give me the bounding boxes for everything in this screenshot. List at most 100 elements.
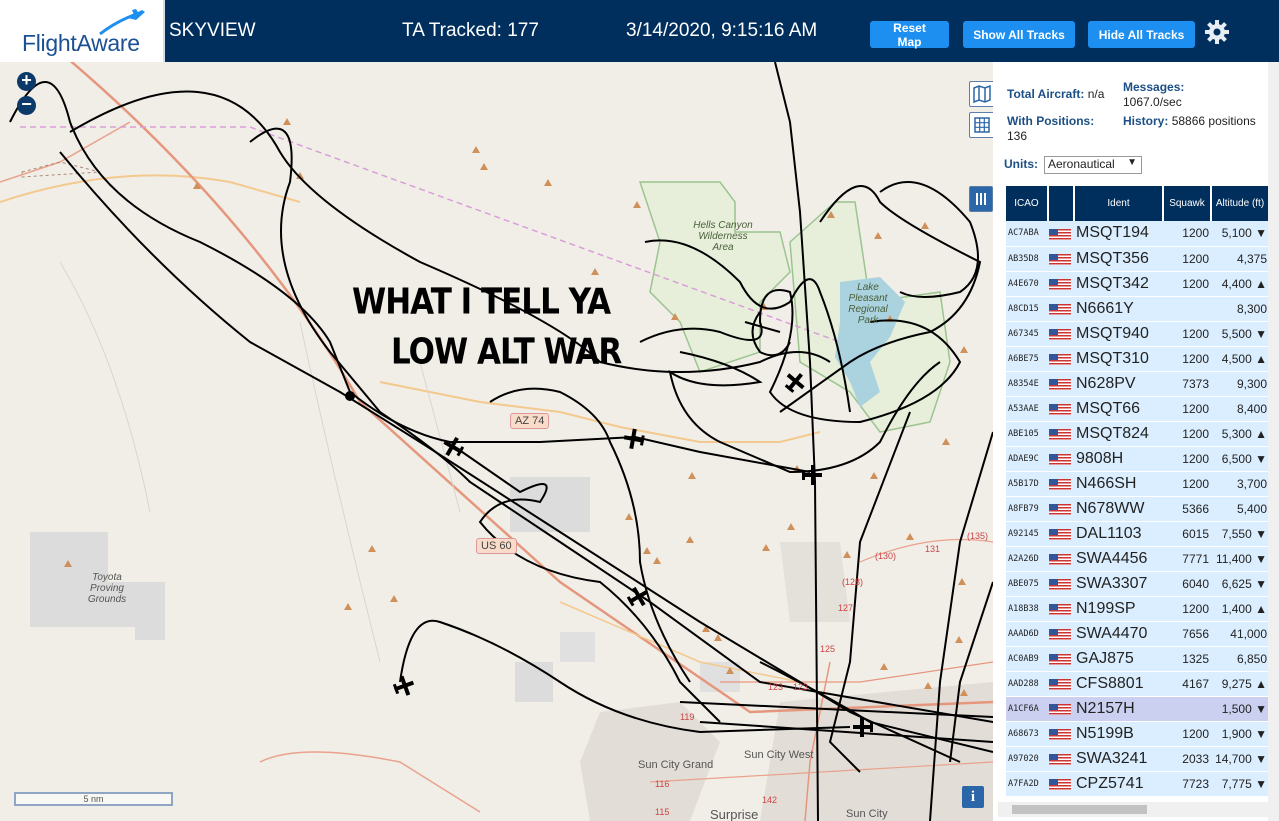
table-row[interactable]: A6BE75 MSQT310 1200 4,500 ▲	[1006, 346, 1269, 372]
altitude-cell: 6,850	[1211, 646, 1269, 672]
table-row[interactable]: A53AAE MSQT66 1200 8,400	[1006, 396, 1269, 422]
ident-cell: SWA4456	[1074, 546, 1163, 572]
map-layers-button[interactable]	[969, 81, 995, 107]
columns-icon	[976, 193, 986, 205]
ident-cell: CPZ5741	[1074, 771, 1163, 797]
aircraft-table-body: AC7ABA MSQT194 1200 5,100 ▼ AB35D8 MSQT356 120…	[1006, 221, 1269, 797]
altitude-cell: 6,500 ▼	[1211, 446, 1269, 472]
col-icao[interactable]: ICAO	[1006, 186, 1049, 221]
col-squawk[interactable]: Squawk	[1163, 186, 1212, 221]
us-flag-icon	[1048, 346, 1074, 372]
ident-cell: MSQT824	[1074, 421, 1163, 447]
col-ident[interactable]: Ident	[1074, 186, 1164, 221]
ident-cell: DAL1103	[1074, 521, 1163, 547]
altitude-cell: 4,400 ▲	[1211, 271, 1269, 297]
squawk-cell: 1200	[1163, 421, 1211, 447]
squawk-cell: 1200	[1163, 721, 1211, 747]
table-row[interactable]: A2A26D SWA4456 7771 11,400 ▼	[1006, 546, 1269, 572]
table-row[interactable]: AAAD6D SWA4470 7656 41,000	[1006, 621, 1269, 647]
road-number: 123	[768, 682, 784, 692]
table-row[interactable]: A68673 N5199B 1200 1,900 ▼	[1006, 721, 1269, 747]
scrollbar-thumb[interactable]	[1012, 805, 1147, 814]
altitude-cell: 7,775 ▼	[1211, 771, 1269, 797]
road-number: 116	[655, 779, 670, 789]
town-sun-city-west: Sun City West	[744, 749, 814, 761]
table-row[interactable]: A67345 MSQT940 1200 5,500 ▼	[1006, 321, 1269, 347]
squawk-cell: 7723	[1163, 771, 1211, 797]
table-header-row: ICAO Ident Squawk Altitude (ft)	[1006, 186, 1270, 221]
hide-all-tracks-button[interactable]: Hide All Tracks	[1088, 21, 1195, 48]
total-aircraft-value: n/a	[1087, 87, 1105, 101]
squawk-cell	[1163, 296, 1211, 322]
squawk-cell: 7373	[1163, 371, 1211, 397]
icao-cell: A2A26D	[1006, 546, 1048, 572]
us-flag-icon	[1048, 446, 1074, 472]
us-flag-icon	[1048, 646, 1074, 672]
squawk-cell: 1325	[1163, 646, 1211, 672]
table-row[interactable]: A8354E N628PV 7373 9,300	[1006, 371, 1269, 397]
ident-cell: N2157H	[1074, 696, 1163, 722]
road-shield-us60: US 60	[476, 538, 517, 554]
altitude-cell: 8,300	[1211, 296, 1269, 322]
table-row[interactable]: AC0AB9 GAJ875 1325 6,850	[1006, 646, 1269, 672]
table-row[interactable]: ADAE9C 9808H 1200 6,500 ▼	[1006, 446, 1269, 472]
vertical-scrollbar[interactable]	[1268, 62, 1279, 821]
us-flag-icon	[1048, 521, 1074, 547]
flightaware-logo[interactable]: FlightAware	[0, 0, 165, 62]
info-button[interactable]: i	[962, 786, 984, 808]
grid-toggle-button[interactable]	[969, 112, 995, 138]
us-flag-icon	[1048, 696, 1074, 722]
table-row[interactable]: ABE105 MSQT824 1200 5,300 ▲	[1006, 421, 1269, 447]
units-select[interactable]: Aeronautical ▼	[1044, 156, 1142, 174]
icao-cell: AAAD6D	[1006, 621, 1048, 647]
top-header: FlightAware SKYVIEW TA Tracked: 177 3/14…	[0, 0, 1279, 62]
col-altitude[interactable]: Altitude (ft)	[1211, 186, 1270, 221]
table-row[interactable]: A7FA2D CPZ5741 7723 7,775 ▼	[1006, 771, 1269, 797]
road-number: 119	[680, 712, 695, 722]
icao-cell: ADAE9C	[1006, 446, 1048, 472]
gear-icon[interactable]	[1204, 19, 1230, 45]
squawk-cell: 6040	[1163, 571, 1211, 597]
us-flag-icon	[1048, 746, 1074, 772]
table-row[interactable]: A5B17D N466SH 1200 3,700	[1006, 471, 1269, 497]
us-flag-icon	[1048, 596, 1074, 622]
zoom-out-button[interactable]: −	[17, 95, 36, 115]
ident-cell: 9808H	[1074, 446, 1163, 472]
altitude-cell: 5,400	[1211, 496, 1269, 522]
column-toggle-button[interactable]	[969, 186, 993, 212]
table-row[interactable]: AB35D8 MSQT356 1200 4,375	[1006, 246, 1269, 272]
table-row[interactable]: A1CF6A N2157H 1,500 ▼	[1006, 696, 1269, 722]
altitude-cell: 4,375	[1211, 246, 1269, 272]
icao-cell: A7FA2D	[1006, 771, 1048, 797]
col-flag[interactable]	[1048, 186, 1075, 221]
table-row[interactable]: A92145 DAL1103 6015 7,550 ▼	[1006, 521, 1269, 547]
horizontal-scrollbar[interactable]	[998, 802, 1268, 817]
squawk-cell: 1200	[1163, 221, 1211, 247]
aircraft-table: ICAO Ident Squawk Altitude (ft) AC7ABA MS…	[1006, 186, 1270, 797]
table-row[interactable]: A18B38 N199SP 1200 1,400 ▲	[1006, 596, 1269, 622]
table-row[interactable]: A8FB79 N678WW 5366 5,400	[1006, 496, 1269, 522]
icao-cell: ABE075	[1006, 571, 1048, 597]
altitude-cell: 9,275 ▲	[1211, 671, 1269, 697]
ident-cell: SWA3307	[1074, 571, 1163, 597]
altitude-cell: 6,625 ▼	[1211, 571, 1269, 597]
table-row[interactable]: A97020 SWA3241 2033 14,700 ▼	[1006, 746, 1269, 772]
altitude-cell: 41,000	[1211, 621, 1269, 647]
chevron-down-icon: ▼	[1127, 157, 1137, 168]
altitude-cell: 5,500 ▼	[1211, 321, 1269, 347]
ident-cell: CFS8801	[1074, 671, 1163, 697]
zoom-in-button[interactable]: +	[17, 71, 36, 91]
show-all-tracks-button[interactable]: Show All Tracks	[963, 21, 1075, 48]
table-row[interactable]: A8CD15 N6661Y 8,300	[1006, 296, 1269, 322]
map-canvas[interactable]: Hells Canyon Wilderness Area Lake Pleasa…	[0, 62, 993, 821]
table-row[interactable]: ABE075 SWA3307 6040 6,625 ▼	[1006, 571, 1269, 597]
icao-cell: A8FB79	[1006, 496, 1048, 522]
reset-map-button[interactable]: Reset Map	[870, 21, 949, 49]
table-row[interactable]: A4E670 MSQT342 1200 4,400 ▲	[1006, 271, 1269, 297]
squawk-cell: 4167	[1163, 671, 1211, 697]
map-label-hells-canyon: Hells Canyon Wilderness Area	[693, 220, 753, 253]
table-row[interactable]: AAD288 CFS8801 4167 9,275 ▲	[1006, 671, 1269, 697]
squawk-cell	[1163, 696, 1211, 722]
positions-label: With Positions:	[1007, 114, 1095, 128]
table-row[interactable]: AC7ABA MSQT194 1200 5,100 ▼	[1006, 221, 1269, 247]
